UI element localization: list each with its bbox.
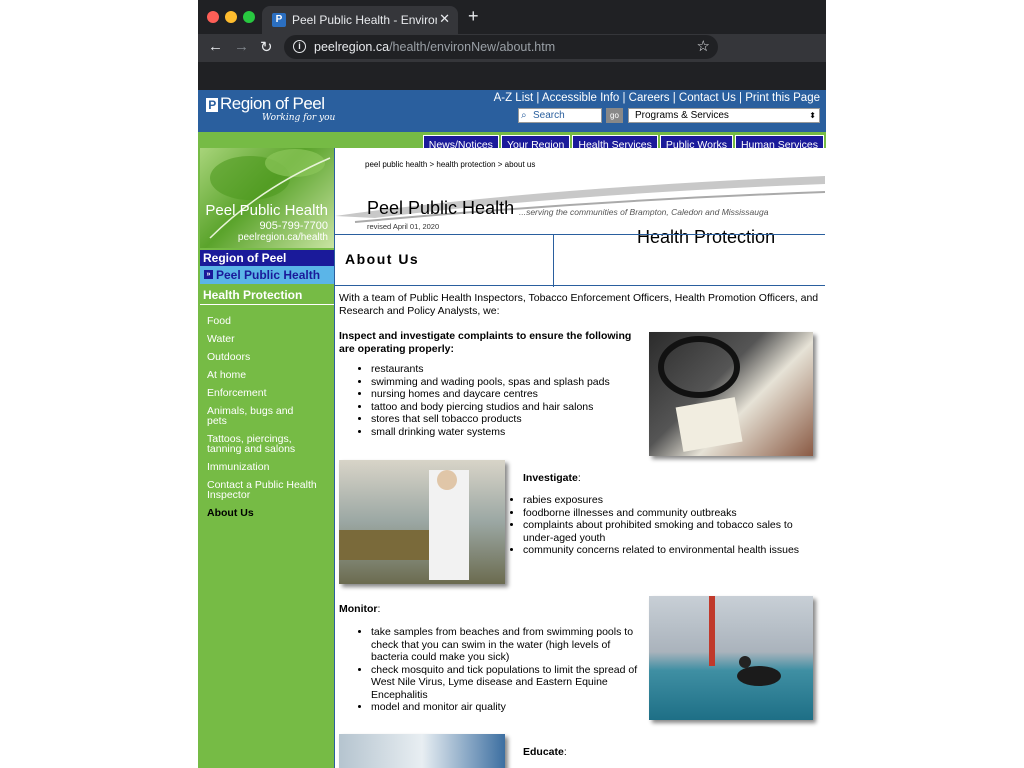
list-item: small drinking water systems [371, 426, 641, 439]
region-of-peel-logo[interactable]: P Region of Peel Working for you [206, 94, 335, 123]
banner-title: Peel Public Health [367, 198, 515, 218]
list-item: take samples from beaches and from swimm… [371, 626, 647, 664]
url-path: /health/environNew/about.htm [389, 40, 556, 54]
educate-heading: Educate: [523, 746, 567, 758]
list-item: community concerns related to environmen… [523, 544, 819, 557]
revised-date: revised April 01, 2020 [367, 222, 440, 231]
educate-photo [339, 734, 505, 768]
site-header: P Region of Peel Working for you A-Z List… [198, 90, 826, 132]
sidebar-item-tattoos[interactable]: Tattoos, piercings, tanning and salons [207, 434, 302, 455]
sidebar-item-immunization[interactable]: Immunization [207, 462, 331, 473]
tab-title: Peel Public Health - Environme [292, 13, 437, 27]
utility-links[interactable]: A-Z List | Accessible Info | Careers | C… [494, 92, 820, 104]
reload-icon[interactable]: ↻ [260, 38, 273, 56]
tab-bar: P Peel Public Health - Environme ✕ + [198, 0, 826, 34]
sidebar-region-of-peel[interactable]: Region of Peel [200, 250, 334, 266]
photo-phone: 905-799-7700 [259, 220, 328, 232]
minimize-window-icon[interactable] [225, 11, 237, 23]
intro-text: With a team of Public Health Inspectors,… [339, 292, 819, 317]
sidebar-section-health-protection[interactable]: Health Protection [200, 288, 334, 305]
site-info-icon[interactable]: i [293, 40, 306, 53]
list-item: complaints about prohibited smoking and … [523, 519, 819, 544]
sidebar-item-at-home[interactable]: At home [207, 370, 331, 381]
sidebar-pph-label: Peel Public Health [216, 268, 321, 282]
logo-tagline: Working for you [262, 113, 336, 123]
list-item: tattoo and body piercing studios and hai… [371, 401, 641, 414]
heading-box: About Us [335, 234, 825, 287]
browser-tab[interactable]: P Peel Public Health - Environme ✕ [262, 6, 458, 34]
logo-name: Region of Peel [220, 94, 325, 113]
maximize-window-icon[interactable] [243, 11, 255, 23]
programs-services-select[interactable]: Programs & Services ⬍ [628, 108, 820, 123]
search-icon: ⌕ [521, 110, 527, 121]
list-item: restaurants [371, 363, 641, 376]
left-sidebar: Peel Public Health 905-799-7700 peelregi… [198, 148, 334, 768]
sidebar-item-contact-inspector[interactable]: Contact a Public Health Inspector [207, 480, 317, 501]
chevron-updown-icon: ⬍ [809, 111, 816, 120]
browser-toolbar: ← → ↻ i peelregion.ca/health/environNew/… [198, 34, 826, 62]
back-icon[interactable]: ← [208, 38, 223, 55]
address-bar[interactable]: i peelregion.ca/health/environNew/about.… [284, 35, 718, 59]
list-item: rabies exposures [523, 494, 819, 507]
tab-close-icon[interactable]: ✕ [439, 11, 450, 27]
url-host: peelregion.ca [314, 40, 390, 54]
search-placeholder: Search [533, 110, 565, 121]
list-item: check mosquito and tick populations to l… [371, 664, 647, 702]
page-title: About Us [345, 251, 420, 267]
sidebar-peel-public-health[interactable]: » Peel Public Health [200, 266, 334, 284]
favicon-icon: P [272, 13, 286, 27]
list-item: stores that sell tobacco products [371, 413, 641, 426]
bookmarks-bar [198, 62, 826, 90]
page-banner: Peel Public Health ...serving the commun… [335, 170, 825, 247]
logo-mark-icon: P [206, 98, 218, 112]
inspector-clipboard-photo [649, 332, 813, 456]
main-content: peel public health > health protection >… [334, 148, 826, 768]
inspect-heading: Inspect and investigate complaints to en… [339, 330, 632, 355]
kitchen-inspection-photo [339, 460, 505, 584]
monitor-list: take samples from beaches and from swimm… [341, 626, 647, 714]
photo-web: peelregion.ca/health [237, 232, 328, 243]
photo-title: Peel Public Health [205, 202, 328, 219]
web-page: P Region of Peel Working for you A-Z List… [198, 90, 826, 768]
list-item: swimming and wading pools, spas and spla… [371, 376, 641, 389]
breadcrumb[interactable]: peel public health > health protection >… [365, 160, 535, 169]
sidebar-item-outdoors[interactable]: Outdoors [207, 352, 331, 363]
sidebar-item-about-us[interactable]: About Us [207, 508, 331, 519]
sidebar-item-water[interactable]: Water [207, 334, 331, 345]
close-window-icon[interactable] [207, 11, 219, 23]
search-input[interactable]: ⌕ Search [518, 108, 602, 123]
banner-subtitle: ...serving the communities of Brampton, … [519, 207, 769, 217]
inspect-list: restaurants swimming and wading pools, s… [341, 363, 641, 438]
go-button[interactable]: go [606, 108, 623, 123]
list-item: foodborne illnesses and community outbre… [523, 507, 819, 520]
new-tab-icon[interactable]: + [468, 6, 479, 27]
sidebar-item-food[interactable]: Food [207, 316, 331, 327]
investigate-heading: Investigate: [523, 472, 581, 484]
sidebar-item-enforcement[interactable]: Enforcement [207, 388, 331, 399]
pool-sampling-photo [649, 596, 813, 720]
list-item: model and monitor air quality [371, 701, 647, 714]
monitor-heading: Monitor: [339, 603, 381, 615]
select-value: Programs & Services [635, 110, 729, 121]
forward-icon[interactable]: → [234, 38, 249, 55]
list-item: nursing homes and daycare centres [371, 388, 641, 401]
sidebar-item-animals[interactable]: Animals, bugs and pets [207, 406, 295, 427]
arrow-right-icon: » [204, 270, 213, 279]
bookmark-star-icon[interactable]: ☆ [697, 37, 710, 55]
sidebar-nav: Food Water Outdoors At home Enforcement … [207, 316, 331, 526]
leaf-photo: Peel Public Health 905-799-7700 peelregi… [200, 148, 334, 248]
browser-window: P Peel Public Health - Environme ✕ + ← →… [198, 0, 826, 768]
investigate-list: rabies exposures foodborne illnesses and… [493, 494, 819, 557]
